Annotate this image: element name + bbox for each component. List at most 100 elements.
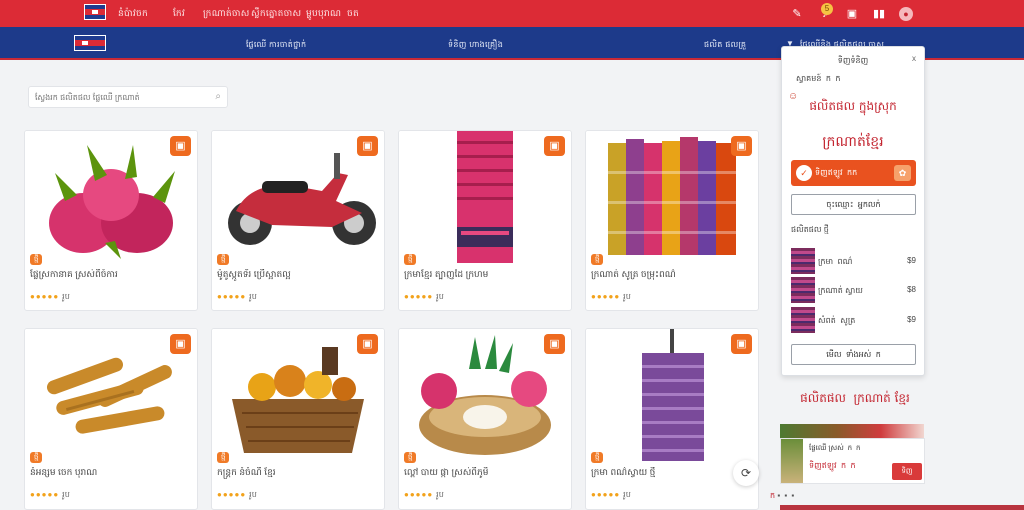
product-card[interactable]: ▣ ថ្មីក្រមា​ ពណ៌​ស្វាយ ​ថ្មី ●●●●● រូប — [585, 328, 759, 510]
cart-icon: ✓ — [796, 165, 812, 181]
new-tag: ថ្មី — [30, 254, 43, 265]
notification-badge: 5 — [821, 3, 833, 15]
star-rating: ●●●●● រូប — [591, 291, 631, 303]
promo-card[interactable]: ផ្លែឈើ​ ស្រស់ ​ ក ​ ក ទិញ​ឥឡូវ ​ ក ​ ​ក … — [780, 438, 925, 484]
shopping-panel: ទិញ​ទំនិញ x ស្វាគមន៍ ​ ក ​ ក ☺ ផលិតផល​ ក… — [781, 46, 925, 376]
product-title[interactable]: ក្រណាត់ ​សូត្រ ​ចម្រុះ​ពណ៌ — [591, 269, 755, 282]
panel-item[interactable]: ក្រណាត់​ ស្វាយ $8 — [791, 277, 916, 303]
shop-badge-icon[interactable]: ▣ — [731, 334, 752, 354]
panel-big-title: ក្រណាត់​ខ្មែរ — [822, 134, 884, 150]
panel-item-name: ក្រណាត់​ ស្វាយ — [818, 286, 863, 295]
product-card[interactable]: ▣ ថ្មីកន្ត្រក​ នំ​ចំណី ​ខ្មែរ ●●●●● រូប — [211, 328, 385, 510]
star-rating: ●●●●● រូប — [217, 291, 257, 303]
tag-icon[interactable]: ✎ — [790, 7, 804, 21]
rating-count: រូប — [623, 490, 631, 499]
product-title[interactable]: ល្ពៅ​ បាយ​ ផ្កា​ ស្រស់​ពីភូមិ — [404, 467, 568, 480]
search-icon[interactable]: ⌕ — [215, 91, 221, 102]
rating-count: រូប — [249, 490, 257, 499]
promo-card-text: ផ្លែឈើ​ ស្រស់ ​ ក ​ ក — [809, 445, 861, 452]
top-link-4[interactable]: ស្លឹក​ត្នោត​​ចាស — [251, 8, 301, 21]
top-link-2[interactable]: កែវ — [173, 8, 185, 21]
stars: ●●●●● — [217, 292, 247, 301]
top-link-1[interactable]: នំ​ប៉ាវ​ចក — [118, 8, 148, 21]
panel-item-name: សំពត់ ​ សូត្រ — [818, 316, 856, 325]
panel-item-price: $9 — [907, 256, 916, 265]
panel-title: ទិញ​ទំនិញ — [837, 56, 869, 65]
product-card[interactable]: ▣ ថ្មីក្រមា​ខ្មែរ​ ត្បាញ​ដៃ ​ក្រហម ●●●●● រូ… — [398, 130, 572, 311]
product-thumbnail — [791, 307, 815, 333]
buy-now-button[interactable]: ✓ ទិញ​ឥឡូវ ​ កក ✿ — [791, 160, 916, 186]
top-link-5[interactable]: ម្ហូប​បុរាណ ​ ចត — [306, 8, 359, 21]
shop-badge-icon[interactable]: ▣ — [357, 136, 378, 156]
new-tag: ថ្មី — [217, 452, 230, 463]
product-title[interactable]: ក្រមា​ ពណ៌​ស្វាយ ​ថ្មី — [591, 467, 755, 480]
star-rating: ●●●●● រូប — [217, 489, 257, 501]
panel-item-price: $9 — [907, 315, 916, 324]
search-box: ⌕ — [28, 86, 228, 108]
stars: ●●●●● — [591, 292, 621, 301]
shop-badge-icon[interactable]: ▣ — [544, 136, 565, 156]
top-link-3[interactable]: ក្រណាត់​ចាស — [203, 8, 250, 21]
product-card[interactable]: ▣ ថ្មីនំ​អន្សម​ ចេក ​បុរាណ ●●●●● រូប — [24, 328, 198, 510]
cambodia-flag-icon[interactable] — [84, 4, 106, 20]
star-rating: ●●●●● រូប — [30, 291, 70, 303]
nav-link-shops[interactable]: ទំនិញ ហាងគ្រឿង — [448, 39, 503, 51]
product-title[interactable]: កន្ត្រក​ នំ​ចំណី ​ខ្មែរ — [217, 467, 381, 480]
user-avatar-icon[interactable]: ● — [899, 7, 913, 21]
promo-footer-icon: ក — [770, 491, 776, 500]
new-tag: ថ្មី — [30, 452, 43, 463]
stars: ●●●●● — [30, 490, 60, 499]
pagination-dots[interactable]: ▪ ▪ ▪ — [777, 491, 795, 500]
product-title[interactable]: ក្រមា​ខ្មែរ​ ត្បាញ​ដៃ ​ក្រហម — [404, 269, 568, 282]
product-card[interactable]: ▣ ថ្មីក្រណាត់ ​សូត្រ ​ចម្រុះ​ពណ៌ ●●●●● រូប — [585, 130, 759, 311]
search-input[interactable] — [29, 87, 199, 108]
rating-count: រូប — [436, 292, 444, 301]
product-card[interactable]: ▣ ថ្មីផ្លែស្រកានាគ ស្រស់​ពីចំការ ●●●●● រូប — [24, 130, 198, 311]
product-card[interactable]: ▣ ថ្មីម៉ូតូ​ស្កូតទ័រ ​ប្រើ​ស្អាត​ល្អ ●●●●●… — [211, 130, 385, 311]
shop-badge-icon[interactable]: ▣ — [170, 136, 191, 156]
new-tag: ថ្មី — [591, 452, 604, 463]
cart-icon[interactable]: ▣ — [845, 7, 859, 21]
rating-count: រូប — [62, 490, 70, 499]
new-tag: ថ្មី — [404, 452, 417, 463]
new-tag: ថ្មី — [404, 254, 417, 265]
panel-welcome: ស្វាគមន៍ ​ ក ​ ក — [796, 74, 841, 83]
nav-flag-logo[interactable] — [74, 35, 106, 51]
panel-item[interactable]: ក្រមា ​ ពណ៌ $9 — [791, 248, 916, 274]
product-card[interactable]: ▣ ថ្មីល្ពៅ​ បាយ​ ផ្កា​ ស្រស់​ពីភូមិ ●●●●● រ… — [398, 328, 572, 510]
view-all-button[interactable]: មើល ​ ទាំងអស់ ​ ក — [791, 344, 916, 365]
buy-now-label: ទិញ​ឥឡូវ ​ កក — [815, 168, 858, 177]
panel-item[interactable]: សំពត់ ​ សូត្រ $9 — [791, 307, 916, 333]
menu-icon[interactable]: ▮▮ — [872, 7, 886, 21]
star-rating: ●●●●● រូប — [404, 489, 444, 501]
close-icon[interactable]: x — [912, 54, 916, 63]
stars: ●●●●● — [404, 490, 434, 499]
star-rating: ●●●●● រូប — [591, 489, 631, 501]
shop-badge-icon[interactable]: ▣ — [170, 334, 191, 354]
product-title[interactable]: ម៉ូតូ​ស្កូតទ័រ ​ប្រើ​ស្អាត​ល្អ — [217, 269, 381, 282]
stars: ●●●●● — [404, 292, 434, 301]
product-thumbnail — [791, 248, 815, 274]
rating-count: រូប — [62, 292, 70, 301]
shop-badge-icon[interactable]: ▣ — [731, 136, 752, 156]
share-icon[interactable]: ⟳ — [733, 460, 759, 486]
star-rating: ●●●●● រូប — [30, 489, 70, 501]
panel-item-price: $8 — [907, 285, 916, 294]
nav-link-products[interactable]: ផលិត ផលគ្រួ — [704, 39, 746, 51]
shop-badge-icon[interactable]: ▣ — [357, 334, 378, 354]
panel-headline: ផលិតផល​ ក្នុង​ស្រុក — [809, 99, 897, 113]
new-tag: ថ្មី — [217, 254, 230, 265]
product-title[interactable]: នំ​អន្សម​ ចេក ​បុរាណ — [30, 467, 194, 480]
nav-link-categories[interactable]: ផ្លែឈើ ការចាត់ថ្នាក់ — [246, 39, 306, 51]
product-title[interactable]: ផ្លែស្រកានាគ ស្រស់​ពីចំការ — [30, 269, 194, 282]
product-thumbnail — [791, 277, 815, 303]
rating-count: រូប — [623, 292, 631, 301]
new-tag: ថ្មី — [591, 254, 604, 265]
shop-badge-icon[interactable]: ▣ — [544, 334, 565, 354]
stars: ●●●●● — [591, 490, 621, 499]
promo-title: ផលិតផល ​ ក្រណាត់​ ខ្មែរ — [800, 391, 910, 405]
panel-item-name: ក្រមា ​ ពណ៌ — [818, 257, 853, 266]
bottom-band — [780, 505, 1024, 510]
promo-buy-button[interactable]: ទិញ — [892, 463, 922, 480]
register-seller-button[interactable]: ចុះ​ឈ្មោះ ​ អ្នកលក់ — [791, 194, 916, 215]
